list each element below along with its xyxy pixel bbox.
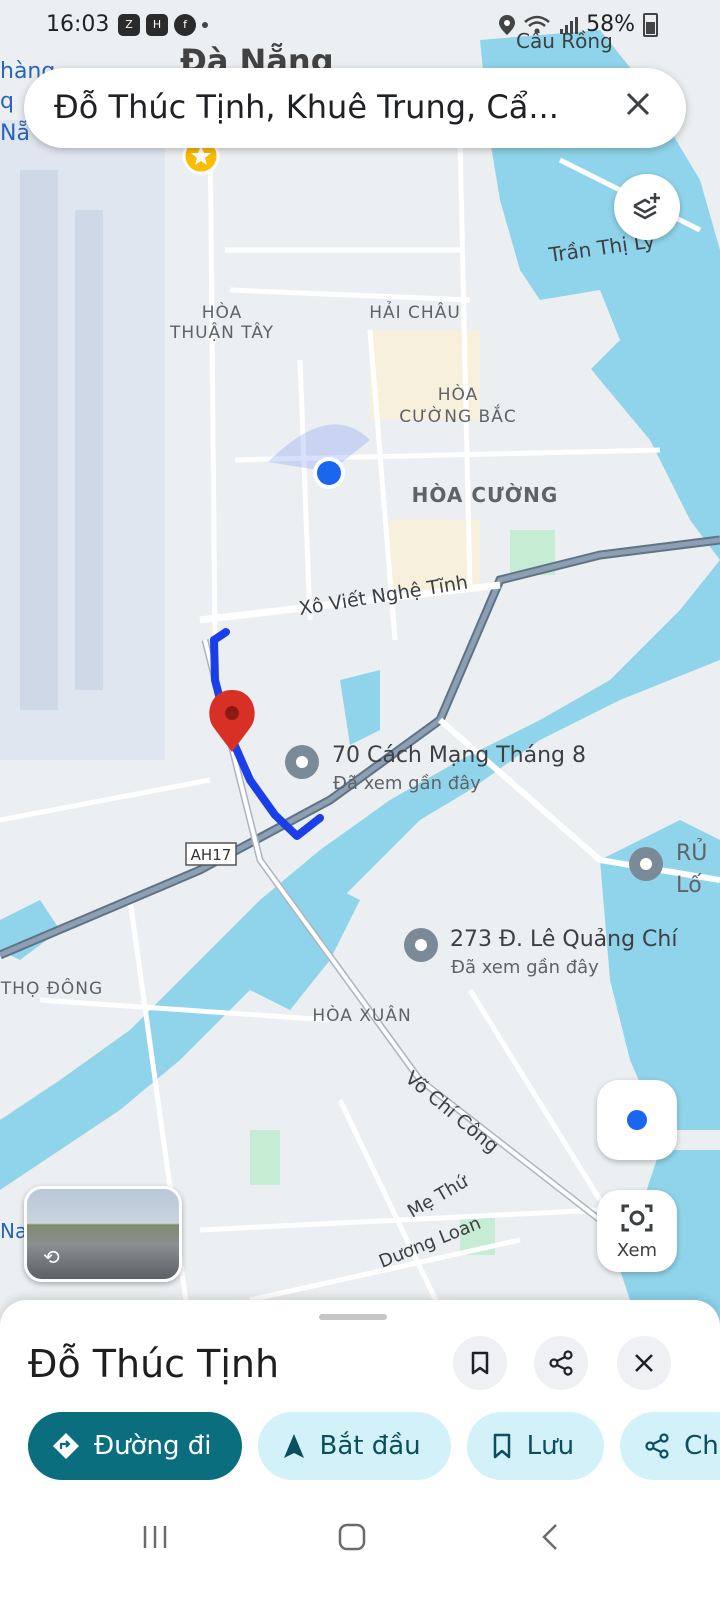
save-label: Lưu [526,1431,575,1461]
share-icon-button[interactable] [534,1336,588,1390]
bookmark-icon [493,1433,510,1459]
battery-percent: 58% [586,12,635,37]
action-chips: Đường đi Bắt đầu Lưu Ch [28,1412,720,1480]
my-location-icon [627,1110,647,1130]
zalo-icon: Z [118,14,140,36]
directions-button[interactable]: Đường đi [28,1412,242,1480]
map-label-edge-right: RỦ [676,838,707,866]
my-location-dot [313,457,345,489]
share-label: Ch [684,1431,719,1461]
close-sheet-button[interactable] [617,1336,671,1390]
lens-label: Xem [616,1240,658,1261]
place-note: Đã xem gần đây [451,957,599,978]
close-icon [626,92,650,116]
map-label-hoa-thuan-tay: THUẬN TÂY [169,321,274,343]
layers-button[interactable] [614,174,680,240]
status-time: 16:03 [46,12,110,37]
map-label-edge-left: Nẵ [0,120,30,146]
map-label-edge-left: q [0,89,14,114]
place-title: Đỗ Thúc Tịnh [28,1342,280,1386]
share-icon [645,1433,669,1459]
h-icon: H [146,14,168,36]
wifi-icon [524,15,550,33]
share-button[interactable]: Ch [620,1412,720,1480]
search-query[interactable]: Đỗ Thúc Tịnh, Khuê Trung, Cẩ... [54,88,559,126]
map-label-hoa-thuan-tay: HÒA [202,301,243,323]
sheet-drag-handle[interactable] [319,1314,387,1320]
place-marker-icon[interactable] [629,847,663,881]
runway [20,170,58,710]
my-location-button[interactable] [597,1080,677,1160]
location-icon [499,14,516,35]
rotate-360-icon: ⟲ [43,1245,60,1269]
start-button[interactable]: Bắt đầu [257,1412,451,1480]
place-marker-icon[interactable] [285,745,319,779]
park [250,1130,280,1185]
system-nav-bar [0,1500,720,1600]
directions-icon [53,1433,79,1459]
directions-label: Đường đi [94,1431,212,1461]
navigation-arrow-icon [283,1434,304,1458]
back-icon[interactable] [536,1522,566,1552]
place-name: 273 Đ. Lê Quảng Chí [450,927,678,952]
signal-icon [560,16,579,34]
map-label-ah17: AH17 [191,846,232,864]
start-label: Bắt đầu [319,1431,421,1461]
save-button[interactable]: Lưu [466,1412,605,1480]
bookmark-icon [471,1351,489,1375]
recents-icon[interactable] [140,1522,170,1552]
street-view-thumbnail[interactable]: ⟲ [24,1186,182,1282]
map-label-hoa-cuong-bac: HÒA [438,383,479,405]
place-name: 70 Cách Mạng Tháng 8 [332,743,586,768]
dot-icon [202,22,208,28]
lens-button[interactable]: Xem [597,1190,677,1272]
layers-icon [633,193,660,220]
map-label-hoa-cuong-bac: CƯỜNG BẮC [399,403,516,427]
status-bar: 16:03 Z H f 58% [0,0,720,52]
notification-icons: Z H f [118,14,208,36]
map-label-tho-dong: THỌ ĐÔNG [0,977,103,999]
place-note: Đã xem gần đây [333,773,481,794]
save-icon-button[interactable] [453,1336,507,1390]
close-icon [635,1354,653,1372]
system-icons: 58% [498,12,658,37]
clear-search-button[interactable] [618,86,658,126]
runway [75,210,103,690]
camera-lens-icon [621,1204,653,1232]
map-label-hoa-cuong: HÒA CƯỜNG [412,483,559,507]
map-label-hoa-xuan: HÒA XUÂN [312,1004,411,1026]
home-icon[interactable] [337,1522,367,1552]
map-label-hai-chau: HẢI CHÂU [369,300,461,323]
search-bar[interactable]: Đỗ Thúc Tịnh, Khuê Trung, Cẩ... [24,68,686,148]
battery-icon [643,12,658,37]
place-marker-icon[interactable] [404,928,438,962]
map-label-edge-right: Lố [676,873,702,898]
share-icon [549,1350,573,1376]
facebook-icon: f [174,14,196,36]
